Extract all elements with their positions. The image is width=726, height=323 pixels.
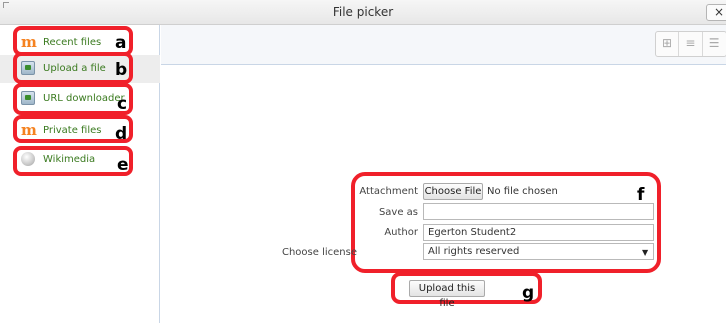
list-view-button[interactable]: ≡ — [679, 32, 703, 56]
dialog-titlebar: File picker × — [0, 0, 726, 25]
annotation-letter: f — [637, 185, 645, 205]
author-label: Author — [384, 227, 418, 238]
annotation-letter: c — [117, 94, 128, 114]
repo-wikimedia[interactable]: Wikimedia e — [0, 146, 160, 176]
grid-icon: ⊞ — [662, 36, 673, 50]
annotation-letter: g — [522, 283, 535, 303]
tree-icon: ☰ — [708, 36, 720, 50]
repo-private-files[interactable]: m Private files d — [0, 115, 160, 145]
annotation-letter: b — [115, 60, 128, 80]
close-button[interactable]: × — [706, 4, 726, 21]
annotation-letter: a — [115, 33, 127, 53]
annotation-frame — [13, 146, 133, 176]
author-input[interactable]: Egerton Student2 — [423, 224, 654, 241]
repository-sidebar: m Recent files a Upload a file b URL dow… — [0, 25, 160, 323]
choose-file-button[interactable]: Choose File — [423, 183, 483, 200]
attachment-label: Attachment — [359, 186, 418, 197]
save-as-label: Save as — [378, 207, 418, 218]
dialog-title: File picker — [332, 5, 394, 19]
license-select[interactable]: All rights reserved — [423, 243, 654, 260]
tree-view-button[interactable]: ☰ — [703, 32, 726, 56]
no-file-chosen-text: No file chosen — [487, 186, 558, 197]
upload-this-file-button[interactable]: Upload this file — [409, 280, 485, 309]
repo-upload-a-file[interactable]: Upload a file b — [0, 52, 160, 84]
annotation-letter: d — [115, 124, 128, 144]
filepicker-toolbar: ⊞ ≡ ☰ — [161, 25, 726, 65]
repo-url-downloader[interactable]: URL downloader c — [0, 83, 160, 115]
icon-view-button[interactable]: ⊞ — [656, 32, 680, 56]
license-label: Choose license — [281, 247, 357, 258]
chevron-down-icon: ▼ — [642, 248, 649, 257]
annotation-letter: e — [117, 155, 129, 175]
view-switcher: ⊞ ≡ ☰ — [655, 31, 726, 57]
close-icon: × — [714, 5, 725, 19]
list-icon: ≡ — [685, 36, 696, 50]
annotation-frame — [13, 83, 133, 115]
save-as-input[interactable] — [423, 203, 654, 220]
